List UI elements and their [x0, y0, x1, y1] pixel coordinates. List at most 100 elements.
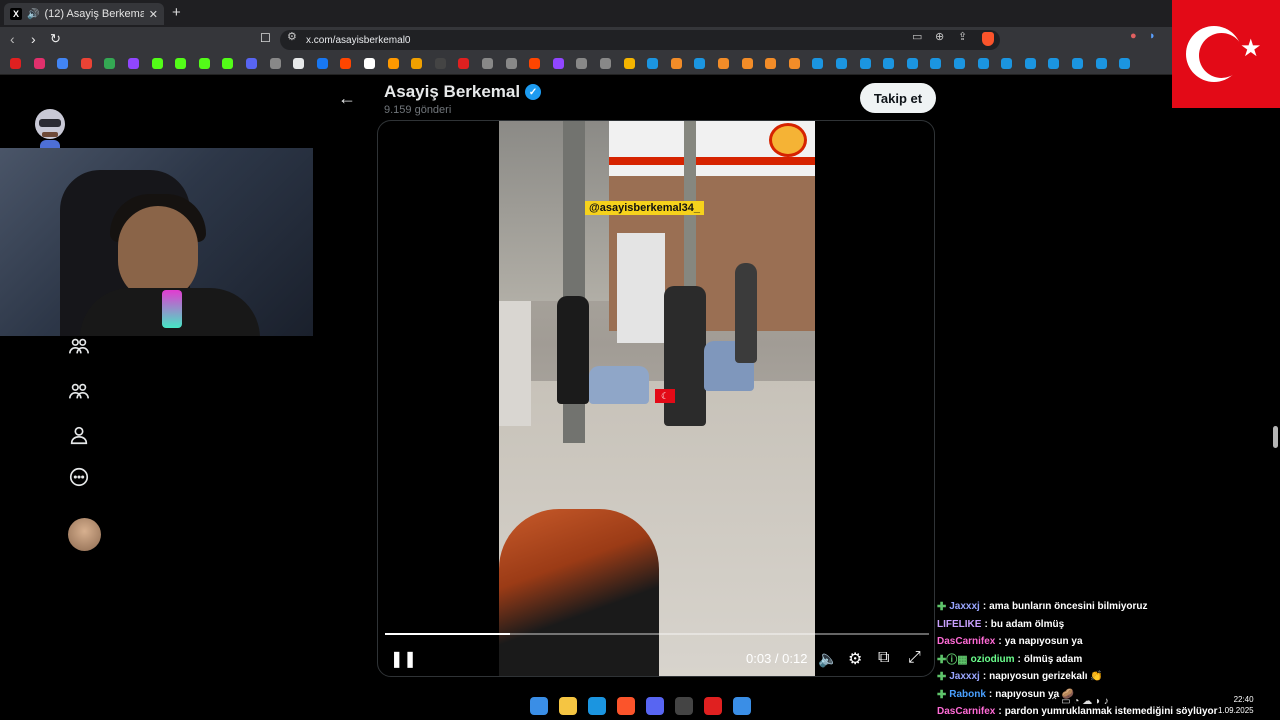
picture-in-picture-icon[interactable]: ⧉ — [878, 649, 889, 667]
speaker-icon[interactable]: 🔊 — [27, 9, 39, 20]
bookmark-favicon-icon[interactable] — [1095, 58, 1107, 69]
taskbar-app-icon[interactable] — [733, 697, 751, 715]
bookmark-favicon-icon[interactable] — [387, 58, 399, 69]
bookmark-favicon-icon[interactable] — [859, 58, 871, 69]
browser-tabbar: X 🔊 (12) Asayiş Berkemal (@asayi ✕ + — [0, 0, 1280, 27]
bookmark-favicon-icon[interactable] — [434, 58, 446, 69]
bookmark-favicon-icon[interactable] — [364, 58, 375, 69]
bookmark-favicon-icon[interactable] — [151, 58, 163, 69]
reload-icon[interactable]: ↻ — [50, 31, 61, 47]
bookmark-favicon-icon[interactable] — [1001, 58, 1013, 69]
bookmark-favicon-icon[interactable] — [246, 58, 257, 69]
bookmark-favicon-icon[interactable] — [482, 58, 493, 69]
chat-separator: : — [982, 601, 987, 613]
taskbar-app-icon[interactable] — [530, 697, 548, 715]
bookmark-favicon-icon[interactable] — [977, 58, 989, 69]
bookmark-favicon-icon[interactable] — [33, 58, 45, 69]
url-field[interactable]: x.com/asayisberkemal0 — [280, 30, 1000, 50]
bookmark-favicon-icon[interactable] — [57, 58, 69, 69]
bookmark-favicon-icon[interactable] — [600, 58, 611, 69]
clock-time: 22:40 — [1233, 695, 1254, 704]
bookmark-favicon-icon[interactable] — [883, 58, 895, 69]
taskbar-app-icon[interactable] — [646, 697, 664, 715]
bookmark-favicon-icon[interactable] — [954, 58, 965, 69]
scrollbar-thumb[interactable] — [1273, 426, 1278, 448]
url-text: x.com/asayisberkemal0 — [306, 34, 411, 46]
bookmark-favicon-icon[interactable] — [694, 58, 706, 69]
bookmark-favicon-icon[interactable] — [1024, 58, 1036, 69]
bookmark-favicon-icon[interactable] — [458, 58, 470, 69]
bookmark-favicon-icon[interactable] — [930, 58, 942, 69]
volume-icon[interactable]: 🔈 — [818, 649, 838, 669]
taskbar-app-icon[interactable] — [617, 697, 635, 715]
fullscreen-icon[interactable]: ⤢ — [908, 649, 921, 667]
bookmark-favicon-icon[interactable] — [80, 58, 92, 69]
new-tab-button[interactable]: + — [172, 4, 181, 21]
communities-icon[interactable] — [66, 378, 92, 404]
chat-username: Jaxxxj — [949, 601, 980, 613]
profile-icon[interactable] — [66, 422, 92, 448]
bookmark-favicon-icon[interactable] — [906, 58, 918, 69]
bookmark-favicon-icon[interactable] — [222, 58, 234, 69]
post-count: 9.159 gönderi — [384, 104, 452, 116]
bookmark-favicon-icon[interactable] — [718, 58, 729, 69]
bookmark-favicon-icon[interactable] — [529, 58, 541, 69]
bookmark-favicon-icon[interactable] — [765, 58, 777, 69]
bookmark-favicon-icon[interactable] — [1119, 58, 1131, 69]
bookmarks-bar — [0, 53, 1280, 75]
taskbar-app-icon[interactable] — [704, 697, 722, 715]
bookmark-favicon-icon[interactable] — [340, 58, 352, 69]
bookmark-favicon-icon[interactable] — [505, 58, 517, 69]
bookmark-favicon-icon[interactable] — [836, 58, 847, 69]
bookmark-favicon-icon[interactable] — [1048, 58, 1060, 69]
tab-close-icon[interactable]: ✕ — [149, 8, 158, 21]
back-arrow-icon[interactable]: ← — [338, 88, 356, 109]
taskbar-app-icon[interactable] — [588, 697, 606, 715]
system-clock[interactable]: 22:40 1.09.2025 — [1218, 694, 1254, 716]
zoom-icon[interactable]: ⊕ — [935, 30, 944, 43]
bookmark-favicon-icon[interactable] — [198, 58, 210, 69]
forward-icon[interactable]: › — [31, 31, 36, 47]
bookmark-icon[interactable]: ☐ — [260, 31, 271, 45]
bookmark-favicon-icon[interactable] — [128, 58, 139, 69]
chat-separator: : — [984, 618, 988, 630]
tab-active[interactable]: X 🔊 (12) Asayiş Berkemal (@asayi ✕ — [4, 3, 164, 25]
bookmark-favicon-icon[interactable] — [812, 58, 824, 69]
bookmark-favicon-icon[interactable] — [269, 58, 281, 69]
more-icon[interactable] — [66, 464, 92, 490]
cast-icon[interactable]: ▭ — [912, 30, 922, 43]
taskbar-app-icon[interactable] — [675, 697, 693, 715]
taskbar-app-icon[interactable] — [559, 697, 577, 715]
brave-shield-icon[interactable] — [982, 32, 994, 46]
follow-button[interactable]: Takip et — [860, 83, 936, 113]
bookmark-favicon-icon[interactable] — [411, 58, 423, 69]
bookmark-favicon-icon[interactable] — [552, 58, 564, 69]
site-info-icon[interactable]: ⚙ — [287, 30, 297, 43]
bookmark-favicon-icon[interactable] — [293, 58, 305, 69]
burger-king-logo — [769, 123, 807, 157]
video-progress-fill — [385, 633, 511, 635]
chat-username: Rabonk — [949, 688, 986, 700]
bookmark-favicon-icon[interactable] — [623, 58, 635, 69]
extension-icon[interactable]: ● — [1130, 30, 1137, 42]
video-player[interactable]: @asayisberkemal34_ ☾ ❚❚ 0:03 / 0:12 🔈 ⚙ … — [377, 120, 935, 677]
chat-message: ✚ⓘ▦ oziodium: ölmüş adam — [937, 651, 1280, 669]
bookmark-favicon-icon[interactable] — [1072, 58, 1083, 69]
bookmark-favicon-icon[interactable] — [741, 58, 753, 69]
bookmark-favicon-icon[interactable] — [175, 58, 187, 69]
wifi-icon[interactable]: ◗ — [1149, 30, 1156, 42]
share-icon[interactable]: ⇪ — [958, 30, 967, 43]
pause-icon[interactable]: ❚❚ — [390, 649, 417, 669]
communities-icon[interactable] — [66, 333, 92, 359]
bookmark-favicon-icon[interactable] — [788, 58, 800, 69]
video-progress-bar[interactable] — [385, 633, 929, 635]
bookmark-favicon-icon[interactable] — [10, 58, 21, 69]
bookmark-favicon-icon[interactable] — [576, 58, 588, 69]
bookmark-favicon-icon[interactable] — [316, 58, 328, 69]
back-icon[interactable]: ‹ — [10, 31, 15, 47]
bookmark-favicon-icon[interactable] — [670, 58, 682, 69]
bookmark-favicon-icon[interactable] — [647, 58, 659, 69]
settings-icon[interactable]: ⚙ — [848, 649, 862, 669]
account-avatar[interactable] — [68, 518, 101, 551]
bookmark-favicon-icon[interactable] — [104, 58, 116, 69]
